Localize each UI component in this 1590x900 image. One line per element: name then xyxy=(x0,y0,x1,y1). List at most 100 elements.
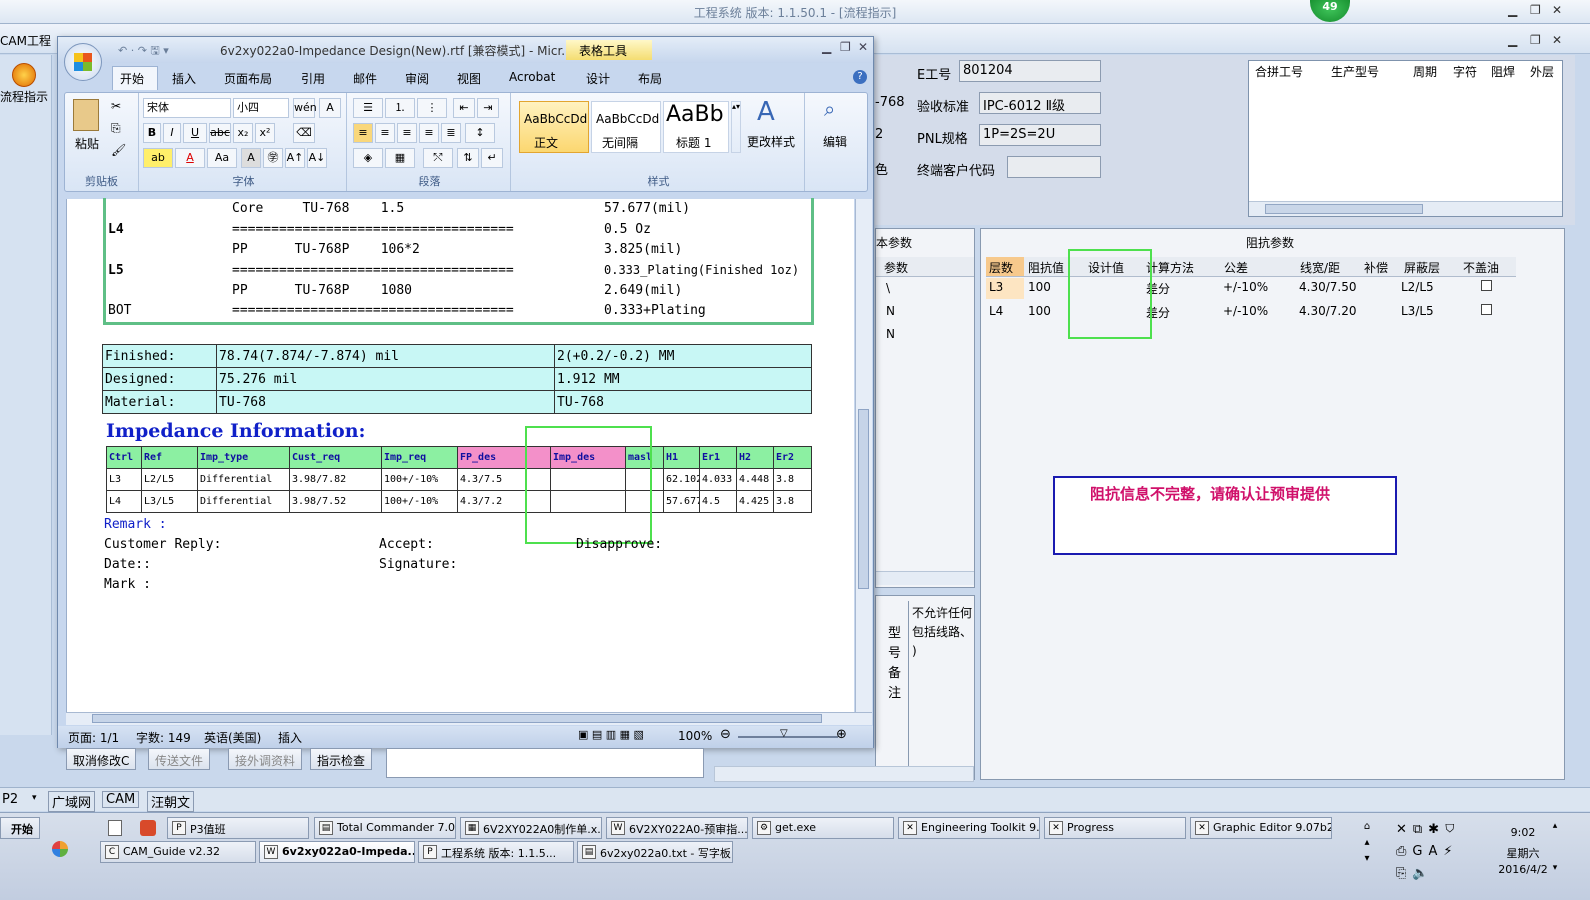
mdi-restore-icon[interactable]: ❐ xyxy=(1530,33,1541,47)
col-header[interactable]: Imp_type xyxy=(197,446,290,469)
col-layer[interactable]: 层数 xyxy=(986,257,1024,276)
page-indicator[interactable]: 页面: 1/1 xyxy=(68,729,119,746)
flow-indicator-icon[interactable] xyxy=(12,63,36,87)
imp-row-value[interactable]: 100 xyxy=(1028,280,1051,294)
tab-insert[interactable]: 插入 xyxy=(172,70,196,87)
col-header[interactable]: Er1 xyxy=(699,446,737,469)
superscript-icon[interactable]: x² xyxy=(255,123,275,143)
grow-font-icon[interactable]: A↑ xyxy=(285,148,305,168)
table-cell[interactable]: 4.5 xyxy=(699,490,737,513)
binoculars-icon[interactable]: ⌕ xyxy=(824,97,835,121)
no-mask-checkbox[interactable] xyxy=(1481,304,1492,315)
underline-icon[interactable]: U xyxy=(183,123,207,143)
table-cell[interactable]: L3 xyxy=(106,468,142,491)
doc-horizontal-scrollbar[interactable] xyxy=(66,712,872,725)
taskbar-item[interactable]: ✕ Graphic Editor 9.07b2 ... xyxy=(1190,817,1332,839)
paste-icon[interactable] xyxy=(73,99,99,131)
table-cell[interactable]: 3.98/7.52 xyxy=(289,490,382,513)
font-size-select[interactable]: 小四 xyxy=(233,98,289,118)
tray-toggle-icon[interactable]: ⌂ ▴ ▾ xyxy=(1352,819,1382,879)
status-p2[interactable]: P2 xyxy=(2,792,18,807)
table-cell[interactable]: 62.102 xyxy=(663,468,700,491)
show-marks-icon[interactable]: ↵ xyxy=(481,148,503,168)
taskbar-item[interactable]: ▦ 6V2XY022A0制作单.x... xyxy=(460,817,602,839)
merge-job-grid[interactable]: 合拼工号 生产型号 周期 字符 阻焊 外层 xyxy=(1248,60,1563,217)
zoom-slider[interactable] xyxy=(738,736,838,738)
taskbar-item[interactable]: P 工程系统 版本: 1.1.5... xyxy=(418,841,574,863)
imp-row-shield[interactable]: L3/L5 xyxy=(1401,304,1434,318)
char-shading-icon[interactable]: A xyxy=(241,148,261,168)
table-cell[interactable]: 75.276 mil xyxy=(216,367,555,391)
quick-access-toolbar[interactable]: ↶ · ↷ 🖫 ▾ xyxy=(118,42,169,61)
table-cell[interactable]: 3.98/7.82 xyxy=(289,468,382,491)
instruction-check-button[interactable]: 指示检查 xyxy=(310,748,373,770)
col-line-width[interactable]: 线宽/距 xyxy=(1300,259,1340,276)
col-calc-method[interactable]: 计算方法 xyxy=(1146,259,1194,276)
bottom-scrollbar[interactable] xyxy=(714,766,974,782)
table-cell[interactable]: Differential xyxy=(197,490,290,513)
office-button[interactable] xyxy=(64,43,102,81)
word-close-icon[interactable]: ✕ xyxy=(858,40,868,54)
grid-header[interactable]: 合拼工号 xyxy=(1255,63,1303,80)
table-cell[interactable]: 4.3/7.5 xyxy=(457,468,526,491)
doc-vertical-scrollbar[interactable] xyxy=(855,199,872,712)
grid-header[interactable]: 周期 xyxy=(1413,63,1437,80)
table-cell[interactable]: TU-768 xyxy=(216,390,555,414)
tab-acrobat[interactable]: Acrobat xyxy=(509,70,555,84)
taskbar-item-active[interactable]: W 6v2xy022a0-Impeda... xyxy=(259,841,415,863)
col-header[interactable]: Cust_req xyxy=(289,446,382,469)
bold-icon[interactable]: B xyxy=(143,123,161,143)
sort-icon[interactable]: ⇅ xyxy=(457,148,479,168)
table-cell[interactable]: Finished: xyxy=(102,344,217,368)
hscroll-thumb[interactable] xyxy=(92,714,822,723)
imp-row-width[interactable]: 4.30/7.50 xyxy=(1299,280,1356,294)
bullets-icon[interactable]: ☰ xyxy=(353,98,383,118)
end-customer-field[interactable] xyxy=(1007,156,1101,178)
table-cell[interactable]: 3.8 xyxy=(773,468,812,491)
table-cell[interactable]: Differential xyxy=(197,468,290,491)
col-imp-value[interactable]: 阻抗值 xyxy=(1028,259,1064,276)
col-header[interactable]: Imp_req xyxy=(381,446,458,469)
table-cell[interactable]: 4.3/7.2 xyxy=(457,490,526,513)
table-cell[interactable]: 1.912 MM xyxy=(554,367,812,391)
zoom-level[interactable]: 100% xyxy=(678,729,712,743)
numbering-icon[interactable]: ⒈ xyxy=(385,98,415,118)
taskbar-item[interactable]: ▤ 6v2xy022a0.txt - 写字板 xyxy=(577,841,733,863)
help-icon[interactable]: ? xyxy=(853,70,867,84)
e-number-field[interactable]: 801204 xyxy=(959,60,1101,82)
dropdown-arrow-icon[interactable]: ▾ xyxy=(32,793,37,803)
table-cell[interactable]: TU-768 xyxy=(554,390,812,414)
table-cell[interactable]: 4.448 xyxy=(736,468,774,491)
col-no-mask[interactable]: 不盖油 xyxy=(1463,259,1499,276)
table-cell[interactable]: 57.677 xyxy=(663,490,700,513)
table-cell[interactable]: Designed: xyxy=(102,367,217,391)
imp-row-tolerance[interactable]: +/-10% xyxy=(1223,280,1268,294)
italic-icon[interactable]: I xyxy=(163,123,181,143)
table-cell[interactable]: L3/L5 xyxy=(141,490,198,513)
paste-label[interactable]: 粘贴 xyxy=(75,135,99,152)
clear-format-icon[interactable]: ⌫ xyxy=(293,123,315,143)
table-cell[interactable]: L2/L5 xyxy=(141,468,198,491)
distributed-icon[interactable]: ≣ xyxy=(441,123,461,143)
taskbar-item[interactable]: ✕ Engineering Toolkit 9.... xyxy=(898,817,1040,839)
close-icon[interactable]: ✕ xyxy=(1552,3,1562,17)
edit-label[interactable]: 编辑 xyxy=(823,133,847,150)
grid-header[interactable]: 生产型号 xyxy=(1331,63,1379,80)
shrink-font-icon[interactable]: A↓ xyxy=(307,148,327,168)
table-cell[interactable]: 100+/-10% xyxy=(381,490,458,513)
imp-row-value[interactable]: 100 xyxy=(1028,304,1051,318)
pnl-spec-field[interactable]: 1P=2S=2U xyxy=(979,124,1101,146)
col-header[interactable]: FP_des xyxy=(457,446,526,469)
increase-indent-icon[interactable]: ⇥ xyxy=(477,98,499,118)
cut-icon[interactable]: ✂ xyxy=(111,99,121,113)
no-mask-checkbox[interactable] xyxy=(1481,280,1492,291)
table-cell[interactable]: 3.8 xyxy=(773,490,812,513)
format-painter-icon[interactable]: 🖌 xyxy=(111,143,126,157)
scroll-thumb[interactable] xyxy=(1265,204,1423,214)
app-launcher-icon[interactable] xyxy=(52,841,68,857)
tab-design[interactable]: 设计 xyxy=(586,70,610,87)
align-right-icon[interactable]: ≡ xyxy=(397,123,417,143)
shading-icon[interactable]: ◈ xyxy=(353,148,383,168)
cam-menu[interactable]: CAM工程 xyxy=(0,32,51,49)
mdi-close-icon[interactable]: ✕ xyxy=(1552,33,1562,47)
